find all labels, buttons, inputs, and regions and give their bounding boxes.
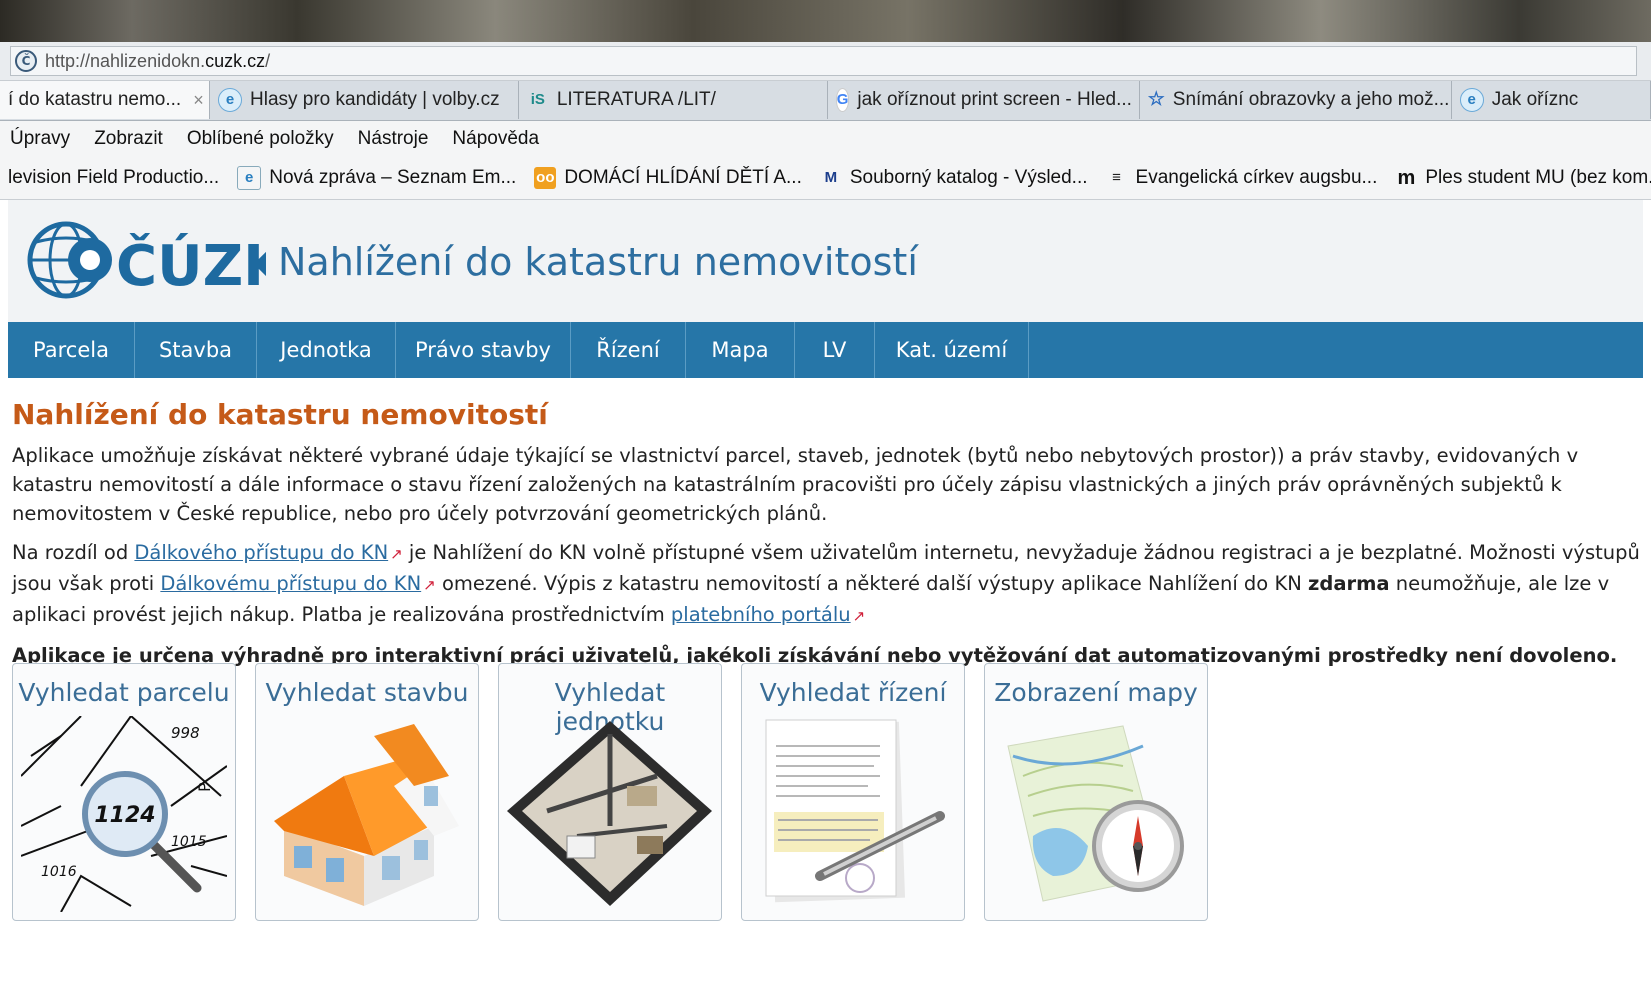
dalkovy-pristup-link[interactable]: Dálkového přístupu do KN: [134, 541, 388, 564]
menu-zobrazit[interactable]: Zobrazit: [94, 128, 163, 150]
nav-stavba[interactable]: Stavba: [135, 322, 257, 378]
tab-label: í do katastru nemo...: [8, 89, 182, 110]
ie-icon: e: [1459, 88, 1484, 112]
nav-rizeni[interactable]: Řízení: [571, 322, 686, 378]
tab-jak-oriznout[interactable]: e Jak oříznc: [1452, 81, 1651, 119]
favorites-bar: levision Field Productio... e Nová zpráva…: [0, 157, 1651, 200]
list-icon: ≡: [1112, 169, 1121, 186]
site-favicon-icon: Č: [15, 50, 37, 72]
favorite-item[interactable]: M Souborný katalog - Výsled...: [820, 167, 1088, 189]
web-page: ČÚZK Nahlížení do katastru nemovitostí P…: [8, 200, 1643, 989]
nav-mapa[interactable]: Mapa: [686, 322, 795, 378]
card-vyhledat-rizeni[interactable]: Vyhledat řízení: [741, 663, 965, 921]
m-icon: m: [1397, 167, 1416, 189]
document-pen-icon: [765, 719, 945, 903]
svg-text:1016: 1016: [41, 864, 77, 880]
globe-logo-icon: ČÚZK: [27, 221, 289, 299]
tab-volby[interactable]: e Hlasy pro kandidáty | volby.cz: [210, 81, 519, 119]
google-icon: G: [835, 88, 850, 112]
nav-lv[interactable]: LV: [795, 322, 875, 378]
svg-text:P: P: [195, 782, 214, 792]
cuzk-logo[interactable]: ČÚZK: [26, 218, 289, 302]
favorite-item[interactable]: e Nová zpráva – Seznam Em...: [237, 166, 516, 190]
card-title: Vyhledat parcelu: [18, 678, 230, 707]
tab-katastr[interactable]: í do katastru nemo... ×: [0, 81, 210, 119]
map-compass-icon: [1007, 725, 1184, 902]
tab-label: Snímání obrazovky a jeho mož...: [1172, 89, 1450, 110]
tab-label: LITERATURA /LIT/: [556, 89, 716, 110]
card-zobrazeni-mapy[interactable]: Zobrazení mapy: [984, 663, 1208, 921]
logo-text: ČÚZK: [116, 234, 266, 299]
house-icon: [274, 724, 459, 906]
menu-nastroje[interactable]: Nástroje: [358, 128, 429, 150]
card-title: Vyhledat řízení: [759, 678, 947, 707]
favorite-label: DOMÁCÍ HLÍDÁNÍ DĚTÍ A...: [564, 167, 802, 188]
favorite-item[interactable]: oo DOMÁCÍ HLÍDÁNÍ DĚTÍ A...: [534, 167, 802, 189]
tab-label: Hlasy pro kandidáty | volby.cz: [250, 89, 500, 110]
nav-kat-uzemi[interactable]: Kat. území: [875, 322, 1029, 378]
parcel-map-magnifier-icon: 998 1015 1016 P 1124: [21, 716, 227, 912]
favorite-label: Souborný katalog - Výsled...: [849, 167, 1088, 188]
external-link-icon: ↗: [423, 576, 436, 594]
intro-paragraph: Aplikace umožňuje získávat některé vybra…: [12, 444, 1579, 525]
tab-label: jak oříznout print screen - Hled...: [857, 89, 1132, 110]
menu-upravy[interactable]: Úpravy: [10, 128, 70, 150]
menu-napoveda[interactable]: Nápověda: [452, 128, 539, 150]
address-url[interactable]: http://nahlizenidokn.cuzk.cz/: [45, 51, 270, 72]
site-title: Nahlížení do katastru nemovitostí: [278, 240, 918, 284]
menu-bar: Úpravy Zobrazit Oblíbené položky Nástroj…: [0, 121, 1651, 157]
ie-page-icon: e: [237, 166, 262, 190]
card-title: Zobrazení mapy: [994, 678, 1198, 707]
card-vyhledat-jednotku[interactable]: Vyhledat jednotku: [498, 663, 722, 921]
apartment-floorplan-icon: [507, 721, 712, 906]
favorite-label: levision Field Productio...: [8, 167, 220, 188]
is-icon: iS: [530, 91, 545, 108]
nav-parcela[interactable]: Parcela: [8, 322, 135, 378]
card-vyhledat-parcelu[interactable]: Vyhledat parcelu 998 1015 1016 P 1124: [12, 663, 236, 921]
nav-pravo-stavby[interactable]: Právo stavby: [396, 322, 571, 378]
external-link-icon: ↗: [852, 607, 866, 625]
ie-icon: e: [218, 88, 242, 112]
external-link-icon: ↗: [390, 545, 403, 563]
search-cards: Vyhledat parcelu 998 1015 1016 P 1124 Vy…: [12, 663, 1227, 921]
tab-label: Jak oříznc: [1491, 89, 1579, 110]
favorite-label: Ples student MU (bez kom...: [1425, 167, 1651, 188]
address-bar-row: Č http://nahlizenidokn.cuzk.cz/: [0, 42, 1651, 81]
favorite-item[interactable]: m Ples student MU (bez kom...: [1395, 167, 1651, 189]
menu-oblibene[interactable]: Oblíbené položky: [187, 128, 334, 150]
svg-text:1124: 1124: [94, 803, 155, 828]
dalkovy-pristup-link-2[interactable]: Dálkovému přístupu do KN: [160, 572, 421, 595]
owl-icon: oo: [534, 167, 557, 189]
svg-text:1015: 1015: [171, 834, 207, 850]
page-title: Nahlížení do katastru nemovitostí: [12, 398, 548, 431]
favorite-label: Nová zpráva – Seznam Em...: [269, 167, 517, 188]
mu-icon: M: [824, 169, 838, 186]
close-icon[interactable]: ×: [193, 90, 204, 111]
star-icon: ☆: [1147, 89, 1165, 110]
svg-text:998: 998: [171, 724, 200, 742]
tab-snimani[interactable]: ☆ Snímání obrazovky a jeho mož...: [1140, 81, 1452, 119]
address-bar[interactable]: Č http://nahlizenidokn.cuzk.cz/: [10, 46, 1637, 76]
platebni-portal-link[interactable]: platebního portálu: [671, 603, 851, 626]
card-vyhledat-stavbu[interactable]: Vyhledat stavbu: [255, 663, 479, 921]
favorite-item[interactable]: levision Field Productio...: [8, 167, 219, 189]
tab-google[interactable]: G jak oříznout print screen - Hled...: [828, 81, 1140, 119]
nav-jednotka[interactable]: Jednotka: [257, 322, 396, 378]
site-header: ČÚZK Nahlížení do katastru nemovitostí: [8, 200, 1643, 322]
card-title: Vyhledat stavbu: [265, 678, 469, 707]
favorite-item[interactable]: ≡ Evangelická církev augsbu...: [1106, 167, 1378, 189]
tab-literatura[interactable]: iS LITERATURA /LIT/: [519, 81, 828, 119]
tab-bar: í do katastru nemo... × e Hlasy pro kand…: [0, 81, 1651, 121]
info-paragraph: Na rozdíl od Dálkového přístupu do KN ↗ j…: [12, 541, 1640, 626]
main-nav: Parcela Stavba Jednotka Právo stavby Říz…: [8, 322, 1643, 378]
desktop-background-strip: [0, 0, 1651, 42]
main-content: Nahlížení do katastru nemovitostí Aplika…: [12, 378, 1642, 670]
favorite-label: Evangelická církev augsbu...: [1135, 167, 1378, 188]
